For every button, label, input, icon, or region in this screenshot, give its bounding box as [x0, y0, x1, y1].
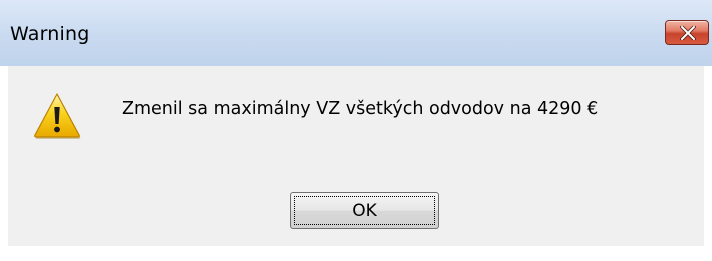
warning-icon	[34, 93, 81, 139]
ok-button[interactable]: OK	[290, 192, 439, 229]
ok-button-label: OK	[352, 201, 377, 221]
close-button[interactable]	[665, 20, 709, 45]
close-icon	[680, 26, 696, 40]
title-bar[interactable]: Warning	[0, 0, 712, 66]
dialog-content: Zmenil sa maximálny VZ všetkých odvodov …	[8, 66, 704, 246]
warning-message: Zmenil sa maximálny VZ všetkých odvodov …	[122, 99, 599, 119]
window-title: Warning	[10, 23, 90, 45]
window-frame-bottom	[0, 246, 712, 261]
warning-dialog: Warning Zmenil sa maximálny VZ všetkých …	[0, 0, 712, 261]
